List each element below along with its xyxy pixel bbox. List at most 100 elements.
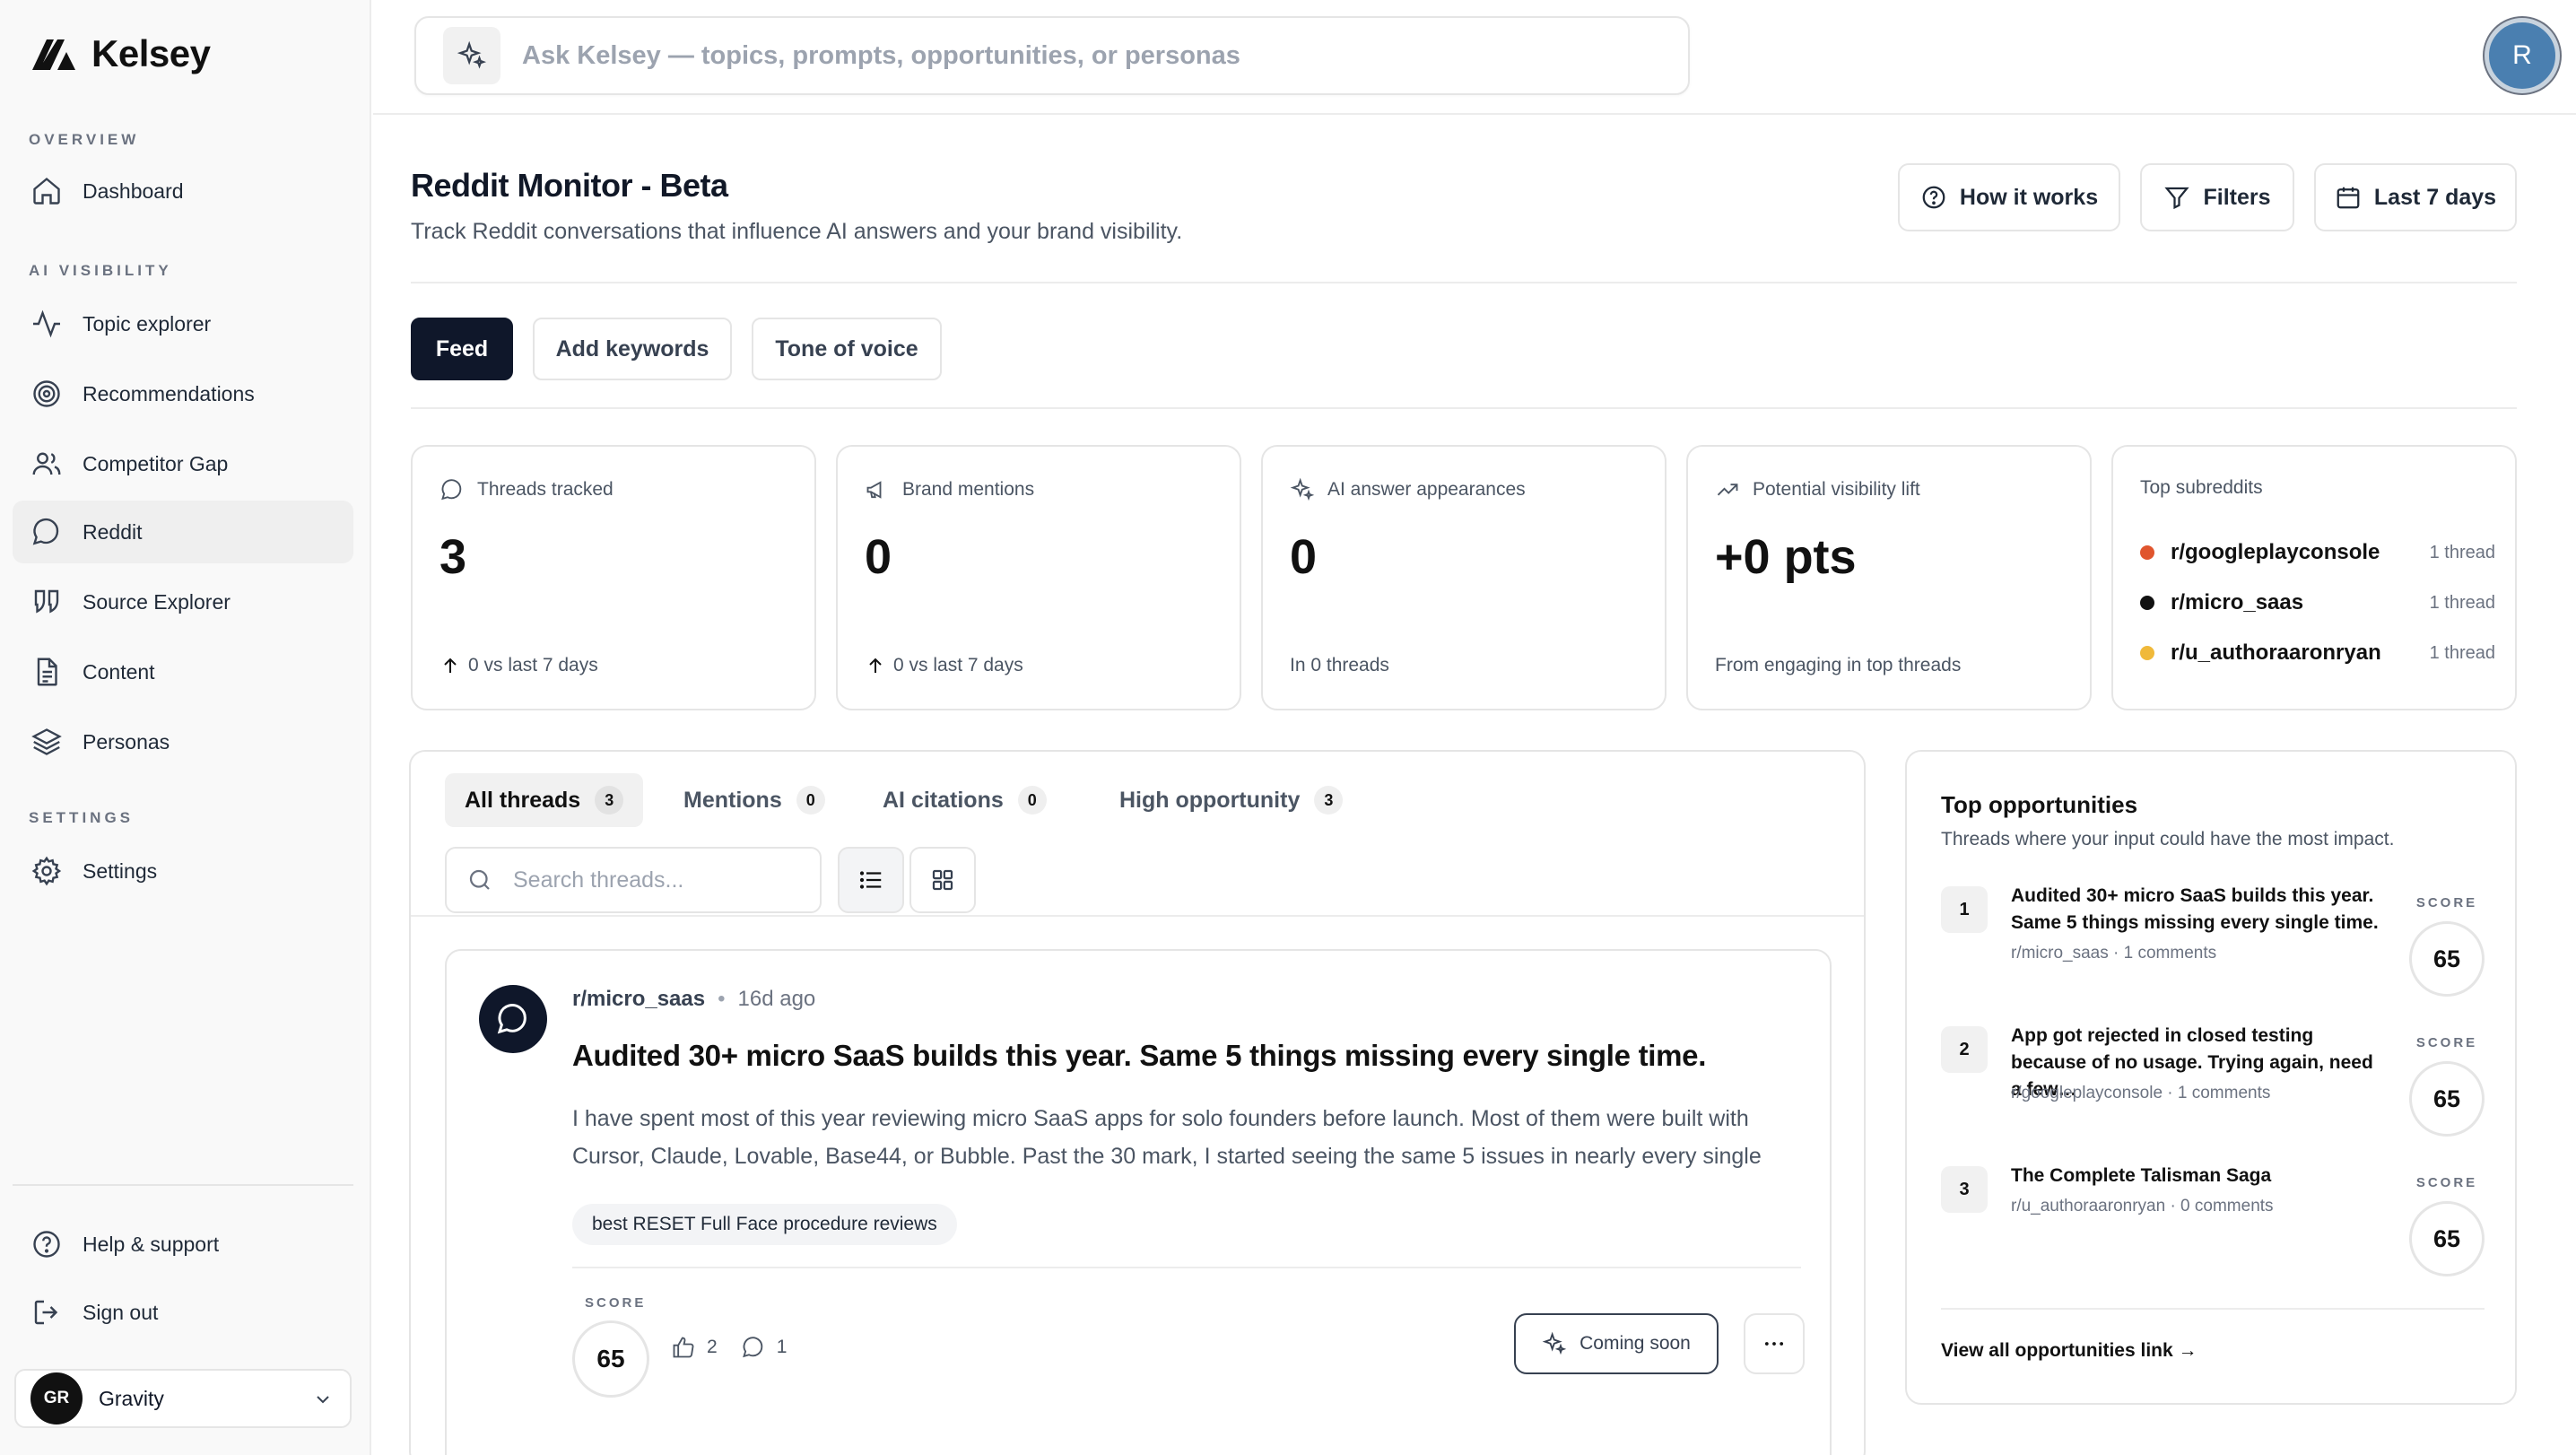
kelsey-logo-icon xyxy=(32,39,75,70)
keyword-tag[interactable]: best RESET Full Face procedure reviews xyxy=(572,1204,957,1245)
thread-search-input[interactable]: Search threads... xyxy=(445,847,822,913)
chevron-down-icon xyxy=(317,1396,329,1404)
brand[interactable]: Kelsey xyxy=(30,32,211,75)
more-options-button[interactable] xyxy=(1744,1313,1805,1374)
sparkles-icon xyxy=(1542,1331,1567,1355)
opportunity-item[interactable]: 1 Audited 30+ micro SaaS builds this yea… xyxy=(1941,883,2485,1008)
thread-title[interactable]: Audited 30+ micro SaaS builds this year.… xyxy=(572,1039,1706,1073)
workspace-avatar: GR xyxy=(30,1372,83,1425)
sidebar-item-label: Dashboard xyxy=(83,179,184,203)
sidebar-item-content[interactable]: Content xyxy=(13,640,353,703)
opportunity-rank: 3 xyxy=(1941,1166,1988,1213)
tab-tone-of-voice[interactable]: Tone of voice xyxy=(752,318,942,380)
subreddit-name: r/micro_saas xyxy=(2171,590,2304,614)
view-all-opportunities-link[interactable]: View all opportunities link → xyxy=(1941,1340,2197,1362)
stat-label: AI answer appearances xyxy=(1290,477,1526,502)
sidebar-item-label: Reddit xyxy=(83,519,143,544)
sidebar-item-settings[interactable]: Settings xyxy=(13,840,353,902)
target-icon xyxy=(33,380,60,407)
coming-soon-label: Coming soon xyxy=(1580,1333,1691,1354)
opportunities-subtitle: Threads where your input could have the … xyxy=(1941,829,2395,849)
subreddit-row[interactable]: r/u_authoraaronryan 1 thread xyxy=(2140,640,2495,666)
activity-icon xyxy=(33,309,60,338)
thread-tab-label: High opportunity xyxy=(1119,787,1301,813)
thread-tab-ai-citations[interactable]: AI citations 0 xyxy=(863,773,1066,827)
date-range-label: Last 7 days xyxy=(2373,184,2497,210)
score-circle: 65 xyxy=(2409,1061,2485,1137)
sidebar-item-personas[interactable]: Personas xyxy=(13,710,353,773)
stat-value: 3 xyxy=(439,530,467,584)
how-it-works-button[interactable]: How it works xyxy=(1898,163,2120,231)
stat-card-ai-appearances: AI answer appearances 0 In 0 threads xyxy=(1261,445,1667,710)
how-it-works-label: How it works xyxy=(1959,184,2099,210)
stat-value: 0 xyxy=(1290,530,1318,584)
stat-card-top-subreddits: Top subreddits r/googleplayconsole 1 thr… xyxy=(2111,445,2517,710)
subreddit-row[interactable]: r/googleplayconsole 1 thread xyxy=(2140,540,2495,565)
opportunity-score: SCORE 65 xyxy=(2409,895,2485,997)
thread-tab-high-opportunity[interactable]: High opportunity 3 xyxy=(1100,773,1362,827)
opportunity-meta: r/googleplayconsole · 1 comments xyxy=(2011,1084,2271,1102)
comment-count: 1 xyxy=(776,1337,788,1357)
workspace-switcher[interactable]: GR Gravity xyxy=(14,1369,352,1428)
thread-tab-mentions[interactable]: Mentions 0 xyxy=(664,773,845,827)
stat-foot: 0 vs last 7 days xyxy=(865,655,1023,676)
score-label: SCORE xyxy=(2415,1175,2478,1190)
opportunity-score: SCORE 65 xyxy=(2409,1175,2485,1276)
list-view-button[interactable] xyxy=(838,847,904,913)
date-range-button[interactable]: Last 7 days xyxy=(2314,163,2517,231)
top-opportunities-panel: Top opportunities Threads where your inp… xyxy=(1905,750,2517,1405)
grid-view-button[interactable] xyxy=(909,847,976,913)
arrow-up-icon xyxy=(444,658,457,673)
sidebar-item-label: Personas xyxy=(83,729,170,754)
tab-add-keywords[interactable]: Add keywords xyxy=(533,318,732,380)
thread-divider xyxy=(572,1267,1801,1268)
thread-tab-label: Mentions xyxy=(683,787,782,813)
help-circle-icon xyxy=(33,1231,60,1258)
arrow-up-icon xyxy=(869,658,882,673)
stat-value: 0 xyxy=(865,530,892,584)
brand-name: Kelsey xyxy=(91,32,211,74)
stat-label-text: AI answer appearances xyxy=(1327,479,1526,500)
tab-feed[interactable]: Feed xyxy=(411,318,513,380)
stat-foot-text: 0 vs last 7 days xyxy=(468,655,598,675)
gear-icon xyxy=(31,856,62,886)
user-avatar[interactable]: R xyxy=(2485,18,2560,93)
score-label: SCORE xyxy=(2415,895,2478,910)
opportunity-item[interactable]: 2 App got rejected in closed testing bec… xyxy=(1941,1023,2485,1148)
sidebar-item-competitor-gap[interactable]: Competitor Gap xyxy=(13,432,353,495)
help-support-link[interactable]: Help & support xyxy=(13,1213,353,1276)
thread-age: 16d ago xyxy=(737,987,816,1011)
sparkles-icon xyxy=(443,27,500,84)
users-icon xyxy=(32,452,61,475)
sidebar-divider xyxy=(13,1184,353,1186)
sidebar-item-recommendations[interactable]: Recommendations xyxy=(13,362,353,425)
coming-soon-button[interactable]: Coming soon xyxy=(1514,1313,1719,1374)
page-title: Reddit Monitor - Beta xyxy=(411,167,728,204)
sidebar-item-label: Competitor Gap xyxy=(83,451,229,475)
thread-card[interactable]: r/micro_saas • 16d ago Audited 30+ micro… xyxy=(445,949,1832,1455)
sign-out-link[interactable]: Sign out xyxy=(13,1281,353,1344)
ask-placeholder: Ask Kelsey — topics, prompts, opportunit… xyxy=(522,40,1240,70)
stat-label: Threads tracked xyxy=(439,477,614,502)
sidebar-item-topic-explorer[interactable]: Topic explorer xyxy=(13,292,353,355)
count-badge: 0 xyxy=(796,786,825,815)
sidebar-item-reddit[interactable]: Reddit xyxy=(13,501,353,563)
help-label: Help & support xyxy=(83,1232,220,1256)
subreddit-color-dot xyxy=(2140,596,2154,610)
filters-button[interactable]: Filters xyxy=(2140,163,2294,231)
tabs-divider xyxy=(411,407,2517,409)
sidebar-item-source-explorer[interactable]: Source Explorer xyxy=(13,571,353,633)
sidebar-item-label: Source Explorer xyxy=(83,589,231,614)
opportunity-item[interactable]: 3 The Complete Talisman Saga r/u_authora… xyxy=(1941,1163,2485,1288)
sidebar-item-dashboard[interactable]: Dashboard xyxy=(13,160,353,222)
thread-tab-all[interactable]: All threads 3 xyxy=(445,773,644,827)
workspace-name: Gravity xyxy=(99,1386,164,1410)
stat-card-mentions: Brand mentions 0 0 vs last 7 days xyxy=(836,445,1241,710)
subreddit-row[interactable]: r/micro_saas 1 thread xyxy=(2140,590,2495,615)
ask-kelsey-input[interactable]: Ask Kelsey — topics, prompts, opportunit… xyxy=(414,16,1690,95)
score-circle: 65 xyxy=(2409,921,2485,997)
stat-label: Potential visibility lift xyxy=(1715,477,1920,502)
thread-subreddit[interactable]: r/micro_saas xyxy=(572,987,705,1012)
filters-label: Filters xyxy=(2203,184,2271,210)
thread-body: I have spent most of this year reviewing… xyxy=(572,1106,1762,1169)
